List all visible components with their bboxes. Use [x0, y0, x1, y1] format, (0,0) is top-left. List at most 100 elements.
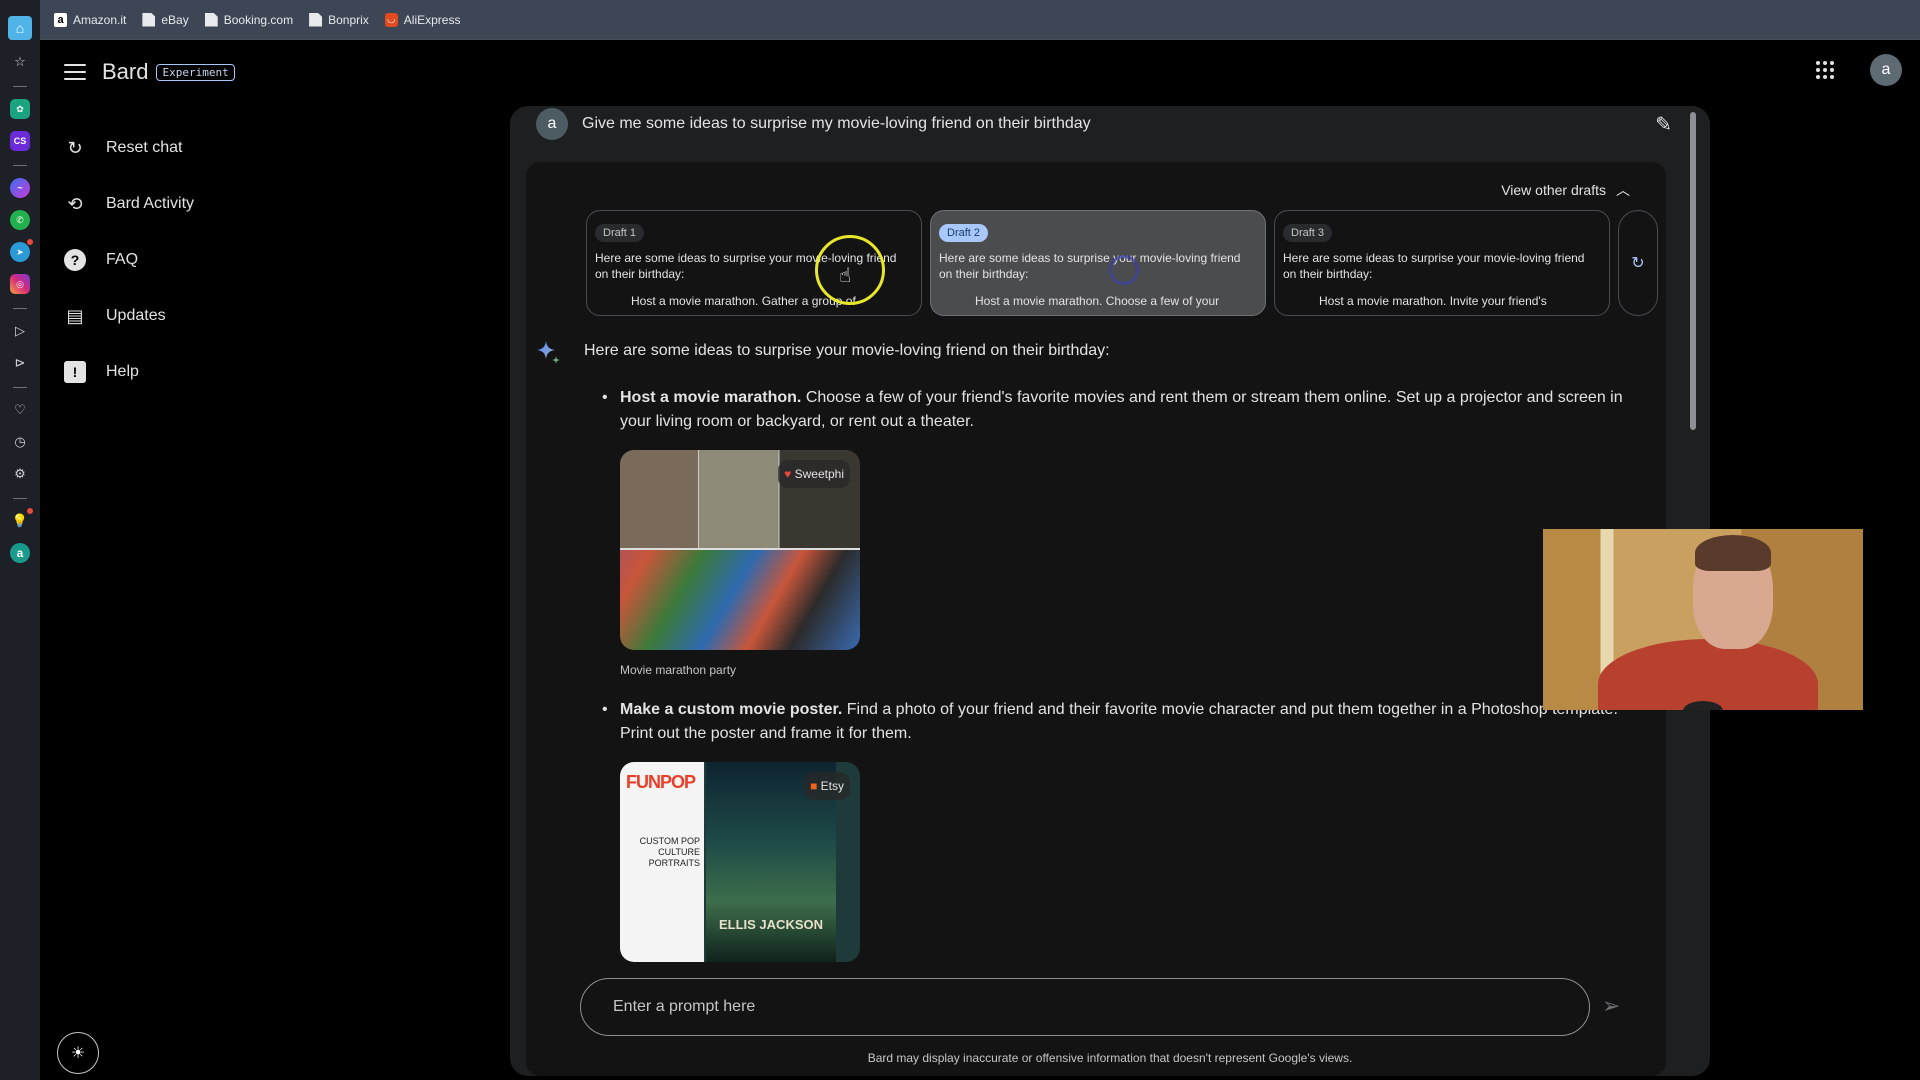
- telegram-icon[interactable]: ➤: [10, 239, 33, 262]
- amazon-icon: a: [54, 12, 67, 27]
- account-icon[interactable]: a: [10, 543, 30, 563]
- theme-toggle-button[interactable]: ☀: [57, 1032, 99, 1074]
- draft-text: Here are some ideas to surprise your mov…: [939, 251, 1241, 281]
- user-avatar: a: [536, 108, 568, 140]
- funpop-logo: FUNPOP: [626, 772, 696, 792]
- draft-tag: Draft 3: [1283, 224, 1333, 242]
- rail-divider: [13, 308, 27, 309]
- custom-poster-image[interactable]: FUNPOP CUSTOM POP CULTURE PORTRAITS ELLI…: [620, 762, 860, 962]
- webcam-person-hair: [1695, 535, 1771, 571]
- sun-icon: ☀: [70, 1045, 86, 1062]
- drafts-row: Draft 1 Here are some ideas to surprise …: [586, 210, 1658, 316]
- bookmark-amazon[interactable]: a Amazon.it: [54, 12, 127, 27]
- sidebar-item-help[interactable]: ! Help: [64, 344, 194, 400]
- calendar-icon: ▤: [66, 305, 84, 326]
- send-icon[interactable]: ⊳: [10, 353, 30, 373]
- lightbulb-icon[interactable]: 💡: [10, 508, 33, 531]
- app-title: Bard: [102, 59, 149, 84]
- image-caption: Movie marathon party: [620, 663, 737, 677]
- draft-tag: Draft 2: [939, 224, 989, 242]
- rail-divider: [13, 387, 27, 388]
- account-avatar[interactable]: a: [1870, 54, 1902, 86]
- draft-text: Here are some ideas to surprise your mov…: [1283, 251, 1585, 281]
- draft-card-3[interactable]: Draft 3 Here are some ideas to surprise …: [1274, 210, 1610, 316]
- hand-cursor-icon: ☝: [839, 265, 852, 287]
- send-icon: ➢: [1602, 993, 1621, 1018]
- page-icon: [309, 12, 323, 27]
- drafts-toggle-label: View other drafts: [1501, 182, 1606, 198]
- rail-divider: [13, 165, 27, 166]
- sidebar-item-label: Help: [106, 363, 139, 380]
- prompt-text: Give me some ideas to surprise my movie-…: [582, 115, 1091, 132]
- send-button[interactable]: ➢: [1602, 993, 1620, 1019]
- chatgpt-icon[interactable]: ✿: [10, 99, 30, 119]
- sidebar-item-label: FAQ: [106, 251, 139, 268]
- messenger-icon[interactable]: ~: [10, 178, 30, 198]
- movie-marathon-image[interactable]: ♥ Sweetphi: [620, 450, 860, 650]
- bookmark-label: Booking.com: [223, 12, 294, 27]
- chat-panel: a Give me some ideas to surprise my movi…: [510, 106, 1710, 1076]
- menu-icon[interactable]: [64, 64, 86, 80]
- webcam-overlay: [1543, 529, 1863, 710]
- bookmark-label: Amazon.it: [73, 12, 127, 27]
- etsy-icon: ■: [810, 779, 818, 793]
- instagram-icon[interactable]: ◎: [10, 274, 30, 294]
- rail-divider: [13, 498, 27, 499]
- answer-item: Make a custom movie poster. Find a photo…: [584, 698, 1624, 962]
- sidebar-item-faq[interactable]: ? FAQ: [64, 232, 194, 288]
- answer-item: Host a movie marathon. Choose a few of y…: [584, 386, 1624, 682]
- bookmark-booking[interactable]: Booking.com: [204, 12, 294, 27]
- image-source-label: Etsy: [820, 779, 844, 793]
- poster-title: ELLIS JACKSON: [718, 917, 823, 932]
- regenerate-drafts-button[interactable]: ↻: [1618, 210, 1658, 316]
- image-source-badge[interactable]: ♥ Sweetphi: [778, 460, 850, 488]
- draft-tag: Draft 1: [595, 224, 645, 242]
- draft-card-1[interactable]: Draft 1 Here are some ideas to surprise …: [586, 210, 922, 316]
- reset-icon: ↻: [67, 137, 83, 158]
- answer-item-title: Make a custom movie poster.: [620, 701, 843, 718]
- answer-list: Host a movie marathon. Choose a few of y…: [584, 386, 1624, 962]
- bookmarks-bar: a Amazon.it eBay Booking.com Bonprix ◡ A…: [40, 0, 1920, 40]
- clock-icon[interactable]: ◷: [10, 432, 30, 452]
- cs-app-icon[interactable]: CS: [10, 131, 30, 151]
- image-source-badge[interactable]: ■ Etsy: [804, 772, 850, 800]
- sidebar-item-updates[interactable]: ▤ Updates: [64, 288, 194, 344]
- home-icon[interactable]: ⌂: [8, 16, 32, 40]
- prompt-input[interactable]: [613, 998, 1589, 1016]
- webcam-person-shirt: [1598, 639, 1818, 710]
- app-rail: ⌂ ☆ ✿ CS ~ ✆ ➤ ◎ ▷ ⊳ ♡ ◷ ⚙ 💡 a: [0, 0, 40, 1080]
- heart-icon[interactable]: ♡: [10, 400, 30, 420]
- bookmark-aliexpress[interactable]: ◡ AliExpress: [384, 12, 461, 27]
- apps-grid-icon[interactable]: [1816, 61, 1834, 79]
- bookmark-ebay[interactable]: eBay: [142, 12, 189, 27]
- bookmark-label: AliExpress: [403, 12, 461, 27]
- bookmark-label: eBay: [161, 12, 189, 27]
- sidebar-item-reset-chat[interactable]: ↻ Reset chat: [64, 120, 194, 176]
- star-icon[interactable]: ☆: [10, 52, 30, 72]
- user-prompt: a Give me some ideas to surprise my movi…: [536, 106, 1670, 148]
- draft-card-2[interactable]: Draft 2 Here are some ideas to surprise …: [930, 210, 1266, 316]
- sidebar-item-label: Bard Activity: [106, 195, 195, 212]
- edit-prompt-button[interactable]: ✎: [1655, 112, 1672, 137]
- bookmark-label: Bonprix: [328, 12, 369, 27]
- history-icon: ⟲: [67, 193, 83, 214]
- experiment-badge: Experiment: [156, 63, 235, 81]
- play-icon[interactable]: ▷: [10, 321, 30, 341]
- whatsapp-icon[interactable]: ✆: [10, 210, 30, 230]
- view-drafts-toggle[interactable]: View other drafts ︿: [1501, 180, 1630, 200]
- sidebar-nav: ↻ Reset chat ⟲ Bard Activity ? FAQ ▤ Upd…: [64, 120, 194, 400]
- gear-icon[interactable]: ⚙: [10, 464, 30, 484]
- draft-bullet: Host a movie marathon. Invite your frien…: [1319, 294, 1547, 308]
- sidebar-item-bard-activity[interactable]: ⟲ Bard Activity: [64, 176, 194, 232]
- bookmark-bonprix[interactable]: Bonprix: [309, 12, 369, 27]
- page-icon: [142, 12, 156, 27]
- feedback-icon: !: [64, 361, 86, 383]
- bard-sparkle-icon: [537, 341, 560, 364]
- scrollbar[interactable]: [1690, 112, 1696, 430]
- draft-bullet: Host a movie marathon. Choose a few of y…: [975, 294, 1220, 308]
- header-actions: a: [1816, 40, 1920, 100]
- notification-dot: [27, 239, 33, 245]
- rail-divider: [13, 86, 27, 87]
- refresh-icon: ↻: [1631, 255, 1645, 272]
- loading-spinner: [1109, 255, 1139, 285]
